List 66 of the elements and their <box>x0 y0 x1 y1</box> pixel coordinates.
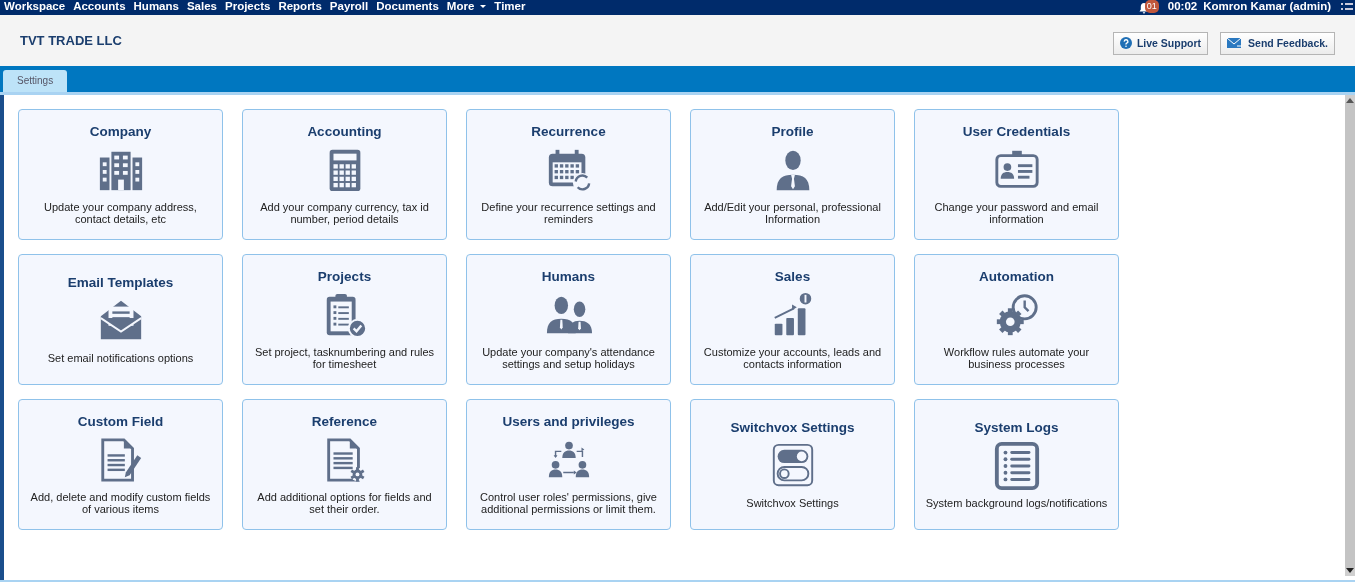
settings-card[interactable]: Users and privileges Control user roles' permissions, give additional permissions or limit them. <box>466 399 671 530</box>
card-description: Customize your accounts, leads and contacts information <box>702 346 883 370</box>
settings-card[interactable]: Sales Customize your accounts, leads and contacts information <box>690 254 895 385</box>
card-description: Change your password and email information <box>933 201 1100 225</box>
card-title: Projects <box>317 269 372 284</box>
scrollbar[interactable] <box>1345 95 1355 576</box>
card-description: Add additional options for fields and set their order. <box>256 491 433 515</box>
settings-card[interactable]: Company Update your company address, contact details, etc <box>18 109 223 240</box>
nav-link[interactable]: Accounts <box>73 0 126 15</box>
settings-card[interactable]: Switchvox Settings Switchvox Settings <box>690 399 895 530</box>
list-icon <box>992 442 1041 490</box>
card-title: Automation <box>979 269 1054 284</box>
card-title: Recurrence <box>531 124 606 139</box>
settings-card[interactable]: Humans Update your company's attendance settings and setup holidays <box>466 254 671 385</box>
card-description: Add/Edit your personal, professional Information <box>703 201 882 225</box>
card-title: Profile <box>771 124 814 139</box>
card-title: Email Templates <box>67 275 174 290</box>
settings-card[interactable]: Accounting Add your company currency, tax id number, period details <box>242 109 447 240</box>
card-title: Company <box>89 124 152 139</box>
nav-link[interactable]: Reports <box>278 0 322 15</box>
card-title: Users and privileges <box>502 414 635 429</box>
card-description: Update your company's attendance settings and setup holidays <box>481 346 656 370</box>
feedback-button[interactable]: Send Feedback. <box>1220 31 1335 55</box>
card-description: System background logs/notifications <box>925 497 1108 509</box>
card-description: Control user roles' permissions, give additional permissions or limit them. <box>479 491 658 515</box>
card-description: Set email notifications options <box>47 352 194 364</box>
card-description: Define your recurrence settings and reminders <box>480 201 657 225</box>
card-description: Workflow rules automate your business processes <box>942 346 1091 370</box>
card-title: User Credentials <box>962 124 1071 139</box>
card-title: Accounting <box>307 124 382 139</box>
card-title: System Logs <box>974 420 1059 435</box>
settings-tab[interactable]: Settings <box>3 70 68 92</box>
card-title: Custom Field <box>77 414 164 429</box>
card-title: Switchvox Settings <box>730 420 855 435</box>
envelope-icon <box>1227 37 1244 49</box>
company-name: TVT TRADE LLC <box>20 33 122 48</box>
nav-link[interactable]: Documents <box>376 0 439 15</box>
nav-link[interactable]: More <box>446 0 487 15</box>
timer-text: 00:02 <box>1167 0 1198 14</box>
user-menu[interactable]: Komron Kamar (admin) <box>1203 0 1331 15</box>
card-description: Update your company address, contact details, etc <box>43 201 198 225</box>
card-description: Set project, tasknumbering and rules for timesheet <box>253 346 436 370</box>
card-title: Humans <box>541 269 596 284</box>
live-support-button[interactable]: Live Support <box>1112 31 1209 55</box>
settings-card[interactable]: Custom Field Add, delete and modify custom fields of various items <box>18 399 223 530</box>
settings-card[interactable]: Profile Add/Edit your personal, professional Information <box>690 109 895 240</box>
menu-icon[interactable] <box>1341 2 1353 12</box>
settings-card[interactable]: User Credentials Change your password and email information <box>914 109 1119 240</box>
nav-link[interactable]: Workspace <box>4 0 66 15</box>
settings-card[interactable]: Projects Set project, tasknumbering and rules for timesheet <box>242 254 447 385</box>
card-description: Add, delete and modify custom fields of various items <box>29 491 212 515</box>
nav-link[interactable]: Timer <box>494 0 526 15</box>
card-description: Add your company currency, tax id number, period details <box>259 201 430 225</box>
nav-link[interactable]: Projects <box>225 0 271 15</box>
settings-card[interactable]: Automation Workflow rules automate your business processes <box>914 254 1119 385</box>
settings-card[interactable]: Email Templates Set email notifications options <box>18 254 223 385</box>
card-description: Switchvox Settings <box>746 497 839 509</box>
help-icon <box>1119 37 1132 49</box>
settings-card[interactable]: System Logs System background logs/notifications <box>914 399 1119 530</box>
card-title: Sales <box>774 269 811 284</box>
card-title: Reference <box>311 414 378 429</box>
settings-card[interactable]: Recurrence Define your recurrence settings and reminders <box>466 109 671 240</box>
settings-card[interactable]: Reference Add additional options for fields and set their order. <box>242 399 447 530</box>
nav-link[interactable]: Humans <box>133 0 179 15</box>
nav-link[interactable]: Payroll <box>329 0 369 15</box>
nav-link[interactable]: Sales <box>186 0 217 15</box>
